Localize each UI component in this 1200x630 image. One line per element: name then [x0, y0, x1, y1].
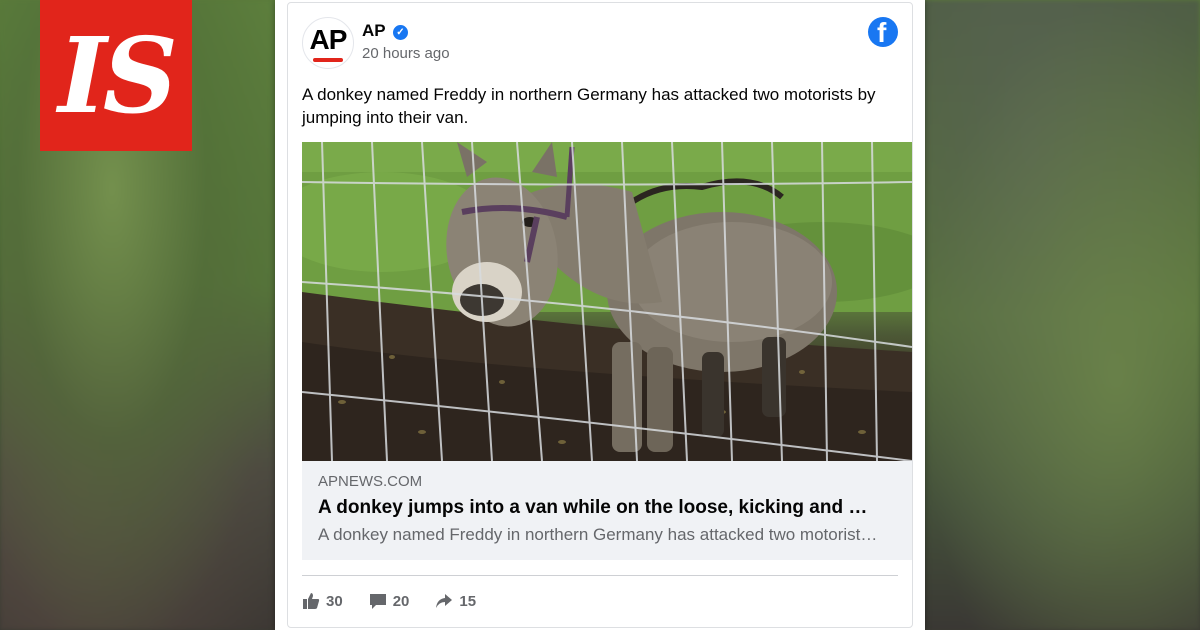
avatar[interactable]: AP	[302, 17, 354, 69]
engagement-bar: 30 20 15	[302, 589, 502, 613]
page-name[interactable]: AP	[362, 21, 386, 41]
divider	[302, 575, 898, 576]
post-text: A donkey named Freddy in northern German…	[302, 85, 876, 127]
comment-count: 20	[392, 592, 410, 610]
like-button[interactable]: 30	[302, 592, 343, 610]
avatar-text: AP	[309, 24, 348, 55]
is-logo: IS	[40, 0, 192, 151]
facebook-icon[interactable]: f	[868, 17, 898, 47]
like-count: 30	[326, 592, 343, 610]
share-button[interactable]: 15	[435, 592, 476, 610]
avatar-red-bar	[313, 58, 343, 62]
post-panel: AP AP ✓ 20 hours ago f A donkey named Fr…	[275, 0, 925, 630]
donkey-photo[interactable]	[302, 142, 912, 461]
is-logo-text: IS	[58, 13, 178, 137]
comment-button[interactable]: 20	[369, 592, 410, 610]
facebook-post-card: AP AP ✓ 20 hours ago f A donkey named Fr…	[287, 2, 913, 628]
share-count: 15	[459, 592, 477, 610]
link-preview[interactable]: APNEWS.COM A donkey jumps into a van whi…	[302, 461, 912, 560]
link-title[interactable]: A donkey jumps into a van while on the l…	[318, 497, 902, 519]
link-description: A donkey named Freddy in northern German…	[318, 525, 878, 544]
comment-icon	[369, 594, 386, 609]
verified-badge-icon: ✓	[393, 25, 408, 40]
background-right	[920, 0, 1200, 630]
share-arrow-icon	[436, 594, 453, 608]
post-timestamp[interactable]: 20 hours ago	[362, 45, 450, 62]
link-domain: APNEWS.COM	[318, 473, 423, 490]
thumbs-up-icon	[303, 593, 320, 609]
donkey-photo-illustration	[302, 142, 912, 461]
